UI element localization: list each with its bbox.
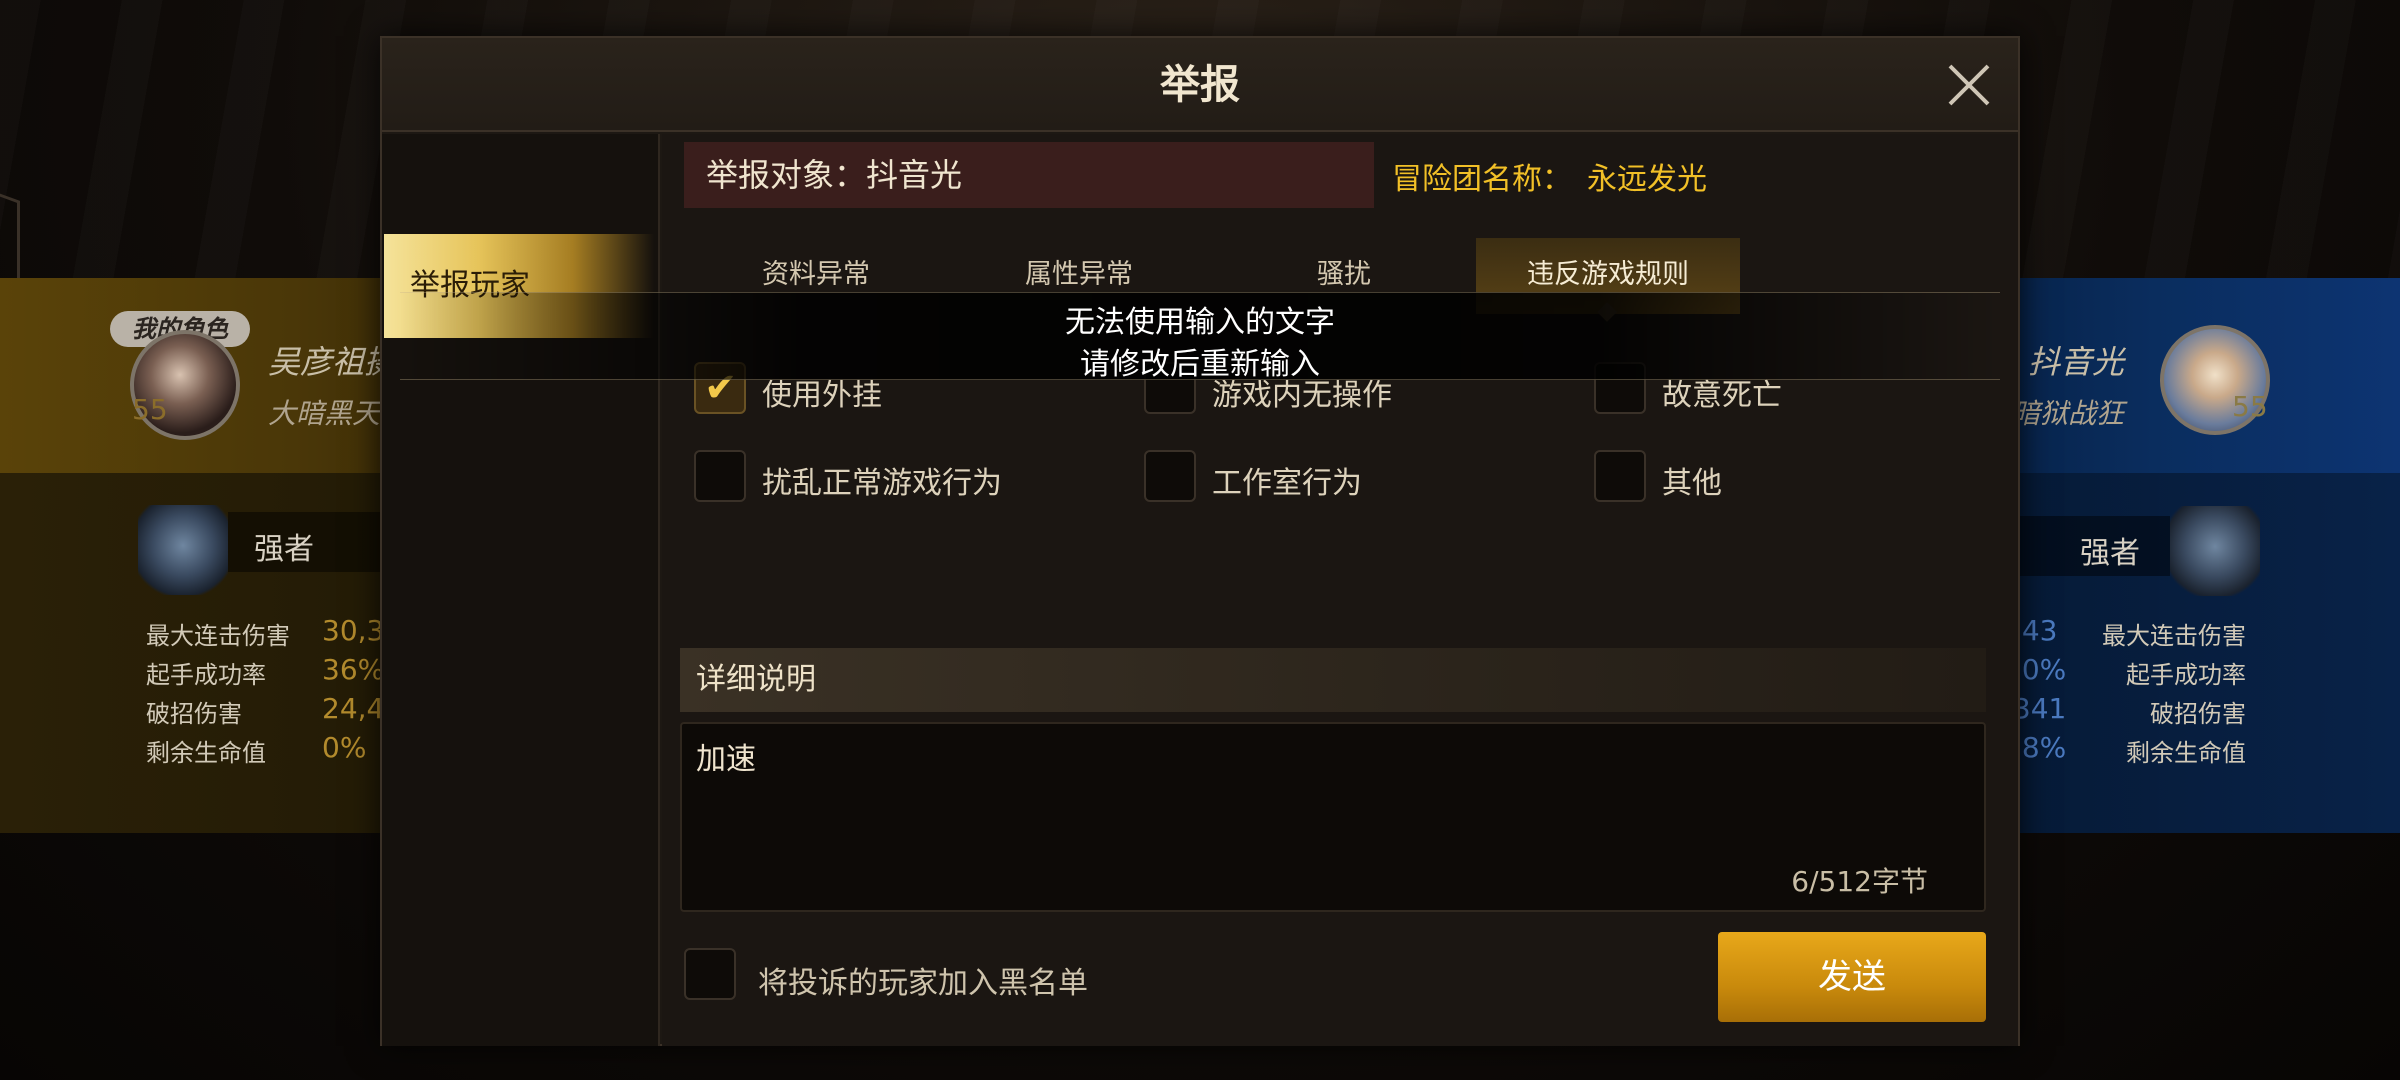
left-stat-value: 30,3 — [322, 614, 385, 647]
left-player-level: 55 — [132, 393, 168, 426]
blacklist-label: 将投诉的玩家加入黑名单 — [758, 966, 1088, 1001]
checkbox-add-to-blacklist[interactable] — [684, 948, 736, 1000]
right-player-level: 55 — [2232, 390, 2268, 423]
toast-line-1: 无法使用输入的文字 — [1065, 305, 1335, 340]
left-stat-value: 36% — [322, 653, 385, 686]
checkbox-disrupt-gameplay[interactable] — [694, 450, 746, 502]
right-stat-label: 最大连击伤害 — [2102, 622, 2246, 650]
left-stat-label: 最大连击伤害 — [146, 622, 290, 650]
detail-text-value: 加速 — [696, 742, 756, 777]
checkbox-label: 扰乱正常游戏行为 — [762, 466, 1002, 501]
left-rank-emblem-icon — [138, 505, 228, 595]
left-stat-value: 24,4 — [322, 692, 385, 725]
guild-name-label: 冒险团名称： — [1392, 162, 1572, 197]
right-rank-label: 强者 — [2080, 536, 2140, 571]
dialog-header: 举报 — [382, 38, 2018, 132]
error-toast: 无法使用输入的文字 请修改后重新输入 — [400, 292, 2000, 382]
left-player-name: 吴彦祖摄 — [268, 343, 397, 381]
checkbox-other[interactable] — [1594, 450, 1646, 502]
report-sidebar: 举报玩家 — [382, 134, 660, 1046]
toast-line-2: 请修改后重新输入 — [1080, 347, 1320, 382]
left-stat-label: 起手成功率 — [146, 661, 266, 689]
tab-profile-anomaly[interactable]: 资料异常 — [762, 252, 870, 291]
detail-section-header: 详细说明 — [680, 648, 1986, 712]
report-target-text: 举报对象：抖音光 — [706, 156, 963, 194]
checkbox-label: 工作室行为 — [1212, 466, 1362, 501]
right-stat-label: 破招伤害 — [2150, 700, 2246, 728]
left-player-subtitle: 大暗黑天 — [268, 397, 381, 430]
tab-attribute-anomaly[interactable]: 属性异常 — [1025, 252, 1133, 291]
right-stat-label: 剩余生命值 — [2126, 739, 2246, 767]
report-target-box: 举报对象：抖音光 — [684, 142, 1374, 208]
left-stat-label: 破招伤害 — [146, 700, 242, 728]
right-player-name: 抖音光 — [2028, 343, 2125, 381]
right-stat-label: 起手成功率 — [2126, 661, 2246, 689]
left-stat-value: 0% — [322, 731, 367, 764]
checkbox-studio-behavior[interactable] — [1144, 450, 1196, 502]
send-button[interactable]: 发送 — [1718, 932, 1986, 1022]
detail-textarea[interactable]: 加速 6/512字节 — [680, 722, 1986, 912]
detail-section-title: 详细说明 — [696, 662, 816, 697]
send-button-label: 发送 — [1818, 957, 1886, 997]
right-rank-emblem-icon — [2170, 506, 2260, 596]
close-button[interactable] — [1944, 60, 1994, 110]
left-stat-label: 剩余生命值 — [146, 739, 266, 767]
tab-rule-violation[interactable]: 违反游戏规则 — [1527, 252, 1689, 291]
tab-harassment[interactable]: 骚扰 — [1317, 252, 1371, 291]
close-icon — [1948, 64, 1990, 106]
byte-counter: 6/512字节 — [1791, 865, 1928, 898]
right-player-subtitle: 暗狱战狂 — [2012, 397, 2125, 430]
guild-name-value: 永远发光 — [1587, 162, 1707, 197]
checkbox-label: 其他 — [1662, 466, 1722, 501]
left-rank-label: 强者 — [254, 532, 314, 567]
dialog-title: 举报 — [1160, 62, 1240, 108]
